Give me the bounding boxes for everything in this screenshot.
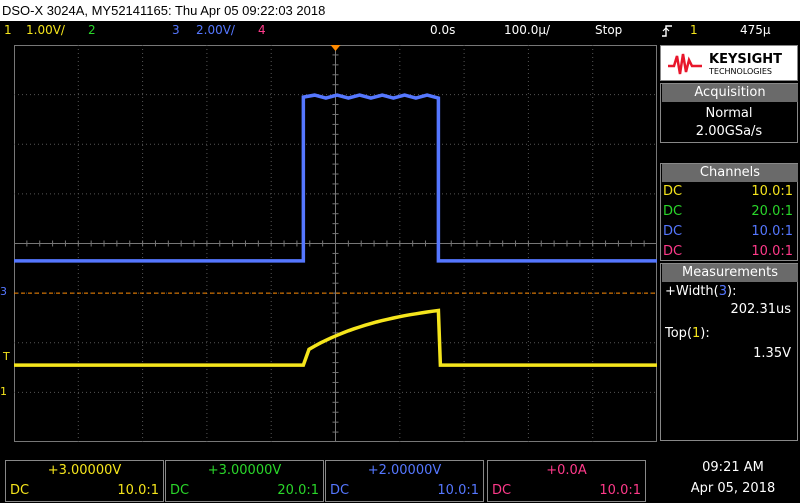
waveform-svg [13, 44, 658, 443]
ch2-offset: +3.00000V [207, 463, 282, 478]
ch1-marker-label: 1 [0, 385, 7, 398]
ch4-probe: 10.0:1 [599, 483, 641, 498]
channel-row-coupling: DC [663, 184, 683, 199]
ch3-number[interactable]: 3 [172, 23, 180, 37]
channel-row-probe: 10.0:1 [751, 244, 793, 259]
top-measurement-value: 1.35V [753, 346, 791, 361]
width-measurement-value: 202.31us [730, 302, 792, 317]
acquisition-mode: Normal [705, 106, 753, 121]
acquisition-panel[interactable]: Acquisition Normal 2.00GSa/s [660, 83, 798, 143]
ch2-coupling: DC [170, 483, 190, 498]
m2-label-pre: Top( [665, 326, 693, 341]
run-state[interactable]: Stop [595, 23, 622, 37]
time-scale[interactable]: 100.0µ/ [504, 23, 550, 37]
trigger-position-marker [330, 45, 341, 51]
clock: 09:21 AM Apr 05, 2018 [666, 458, 800, 496]
measurements-header: Measurements [662, 264, 798, 282]
brand-sub: TECHNOLOGIES [709, 67, 772, 76]
ch1-ground-marker[interactable]: 1 [0, 385, 7, 398]
channel-row-coupling: DC [663, 204, 683, 219]
top-measurement-label: Top(1): [665, 326, 710, 341]
ch3-probe: 10.0:1 [437, 483, 479, 498]
ch1-scale[interactable]: 1.00V/ [26, 23, 65, 37]
clock-time: 09:21 AM [702, 460, 764, 475]
trigger-level-marker[interactable]: T [3, 350, 10, 363]
ch4-offset: +0.0A [546, 463, 587, 478]
trigger-level[interactable]: 475µ [740, 23, 771, 37]
m1-channel: 3 [718, 284, 728, 299]
keysight-wave-logo-icon [668, 53, 702, 75]
status-bar: 1 1.00V/ 2 3 2.00V/ 4 0.0s 100.0µ/ Stop … [0, 21, 800, 41]
m2-label-post: ): [700, 326, 710, 341]
channel-row-coupling: DC [663, 224, 683, 239]
rising-edge-trigger-icon [661, 23, 673, 42]
ch3-offset: +2.00000V [367, 463, 442, 478]
side-panel: KEYSIGHT TECHNOLOGIES Acquisition Normal… [660, 45, 800, 441]
sample-rate: 2.00GSa/s [695, 124, 763, 139]
trigger-marker-label: T [3, 350, 10, 363]
channel-row-coupling: DC [663, 244, 683, 259]
trigger-source[interactable]: 1 [690, 23, 698, 37]
ch3-softkey[interactable]: +2.00000V DC 10.0:1 [325, 460, 484, 502]
measurements-panel[interactable]: Measurements +Width(3): 202.31us Top(1):… [660, 263, 798, 441]
ch3-marker-label: 3 [0, 285, 7, 298]
ch1-coupling: DC [10, 483, 30, 498]
clock-date: Apr 05, 2018 [690, 481, 776, 496]
ch1-softkey[interactable]: +3.00000V DC 10.0:1 [5, 460, 164, 502]
m1-label-post: ): [727, 284, 737, 299]
graticule [13, 44, 658, 443]
ch4-number[interactable]: 4 [258, 23, 266, 37]
brand-name: KEYSIGHT [709, 52, 782, 67]
ch1-probe: 10.0:1 [117, 483, 159, 498]
ch3-scale[interactable]: 2.00V/ [196, 23, 235, 37]
ch4-coupling: DC [492, 483, 512, 498]
channel-row-probe: 10.0:1 [751, 184, 793, 199]
channel-row-probe: 10.0:1 [751, 224, 793, 239]
width-measurement-label: +Width(3): [665, 284, 736, 299]
ch3-coupling: DC [330, 483, 350, 498]
window-title: DSO-X 3024A, MY52141165: Thu Apr 05 09:2… [0, 0, 800, 21]
ch1-number[interactable]: 1 [4, 23, 12, 37]
waveform-display[interactable] [13, 44, 658, 443]
ch2-softkey[interactable]: +3.00000V DC 20.0:1 [165, 460, 324, 502]
ch1-offset: +3.00000V [47, 463, 122, 478]
channels-header: Channels [662, 164, 798, 182]
ch3-ground-marker[interactable]: 3 [0, 285, 7, 298]
brand-box: KEYSIGHT TECHNOLOGIES [660, 45, 798, 81]
ch2-number[interactable]: 2 [88, 23, 96, 37]
acquisition-header: Acquisition [662, 84, 798, 102]
m1-label-pre: +Width( [665, 284, 719, 299]
time-delay[interactable]: 0.0s [430, 23, 455, 37]
bottom-bar: +3.00000V DC 10.0:1 +3.00000V DC 20.0:1 … [0, 456, 800, 503]
channel-row-probe: 20.0:1 [751, 204, 793, 219]
channels-panel[interactable]: Channels DC 10.0:1 DC 20.0:1 DC 10.0:1 DC 10.0:… [660, 163, 798, 261]
ch4-softkey[interactable]: +0.0A DC 10.0:1 [487, 460, 646, 502]
ch2-probe: 20.0:1 [277, 483, 319, 498]
